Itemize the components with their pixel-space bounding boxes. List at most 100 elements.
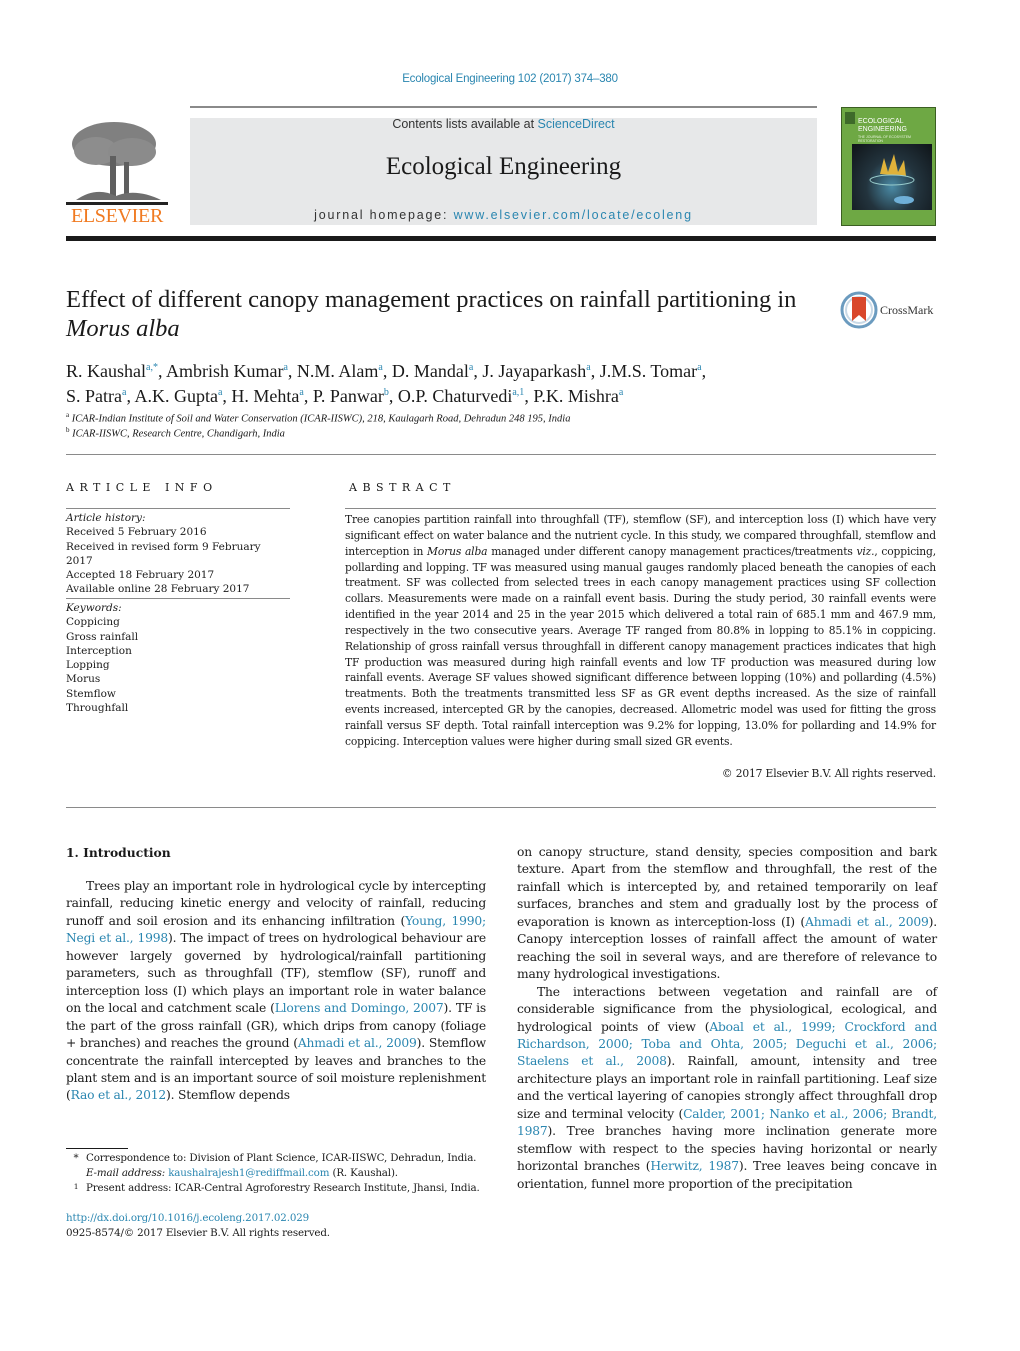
header-thick-rule	[66, 236, 936, 241]
author-name[interactable]: H. Mehta	[231, 386, 299, 406]
intro-left-column: Trees play an important role in hydrolog…	[66, 878, 486, 1105]
author-name[interactable]: P.K. Mishra	[533, 386, 619, 406]
affiliation-text: ICAR-Indian Institute of Soil and Water …	[71, 413, 571, 425]
author[interactable]: D. Mandala	[392, 361, 473, 381]
keyword[interactable]: Stemflow	[66, 687, 290, 701]
tree-icon	[66, 122, 168, 205]
author-separator: ,	[701, 361, 707, 381]
sciencedirect-link[interactable]: ScienceDirect	[538, 117, 615, 131]
doi-block: http://dx.doi.org/10.1016/j.ecoleng.2017…	[66, 1211, 330, 1241]
author[interactable]: Ambrish Kumara	[166, 361, 288, 381]
keyword[interactable]: Morus	[66, 672, 290, 686]
author[interactable]: J.M.S. Tomara	[600, 361, 702, 381]
water-splash-icon	[869, 154, 915, 204]
affiliation-b: b ICAR-IISWC, Research Centre, Chandigar…	[66, 426, 926, 440]
homepage-prefix: journal homepage:	[314, 208, 454, 222]
abstract-species: Morus alba	[427, 544, 488, 558]
keyword[interactable]: Lopping	[66, 658, 290, 672]
author[interactable]: P.K. Mishraa	[533, 386, 623, 406]
email-label: E-mail address:	[86, 1167, 169, 1179]
author-separator: ,	[303, 386, 313, 406]
article-history: Article history: Received 5 February 201…	[66, 511, 290, 597]
author-separator: ,	[157, 361, 166, 381]
abstract-heading: ABSTRACT	[349, 481, 456, 494]
author-name[interactable]: R. Kaushal	[66, 361, 146, 381]
citation-link[interactable]: Llorens and Domingo, 2007	[275, 1001, 444, 1015]
abstract-rule	[345, 508, 936, 509]
contents-line: Contents lists available at ScienceDirec…	[190, 117, 817, 131]
keyword[interactable]: Interception	[66, 644, 290, 658]
author-name[interactable]: D. Mandal	[392, 361, 469, 381]
keyword[interactable]: Gross rainfall	[66, 630, 290, 644]
keywords-rule	[66, 598, 290, 599]
crossmark-label[interactable]: CrossMark	[880, 303, 933, 318]
email-link[interactable]: kaushalrajesh1@rediffmail.com	[168, 1167, 329, 1179]
keywords: Keywords: Coppicing Gross rainfall Inter…	[66, 601, 290, 715]
citation-link[interactable]: Ahmadi et al., 2009	[298, 1036, 417, 1050]
journal-cover-thumbnail[interactable]: ECOLOGICAL ENGINEERING THE JOURNAL OF EC…	[841, 107, 936, 226]
author[interactable]: R. Kaushala,*	[66, 361, 158, 381]
author-name[interactable]: N.M. Alam	[297, 361, 379, 381]
author[interactable]: J. Jayaparkasha	[482, 361, 590, 381]
citation-link[interactable]: Rao et al., 2012	[71, 1088, 167, 1102]
author-separator: ,	[388, 386, 398, 406]
keyword[interactable]: Coppicing	[66, 615, 290, 629]
text-run: ). Stemflow depends	[166, 1088, 290, 1103]
homepage-link[interactable]: www.elsevier.com/locate/ecoleng	[454, 208, 693, 222]
affiliation-mark: b	[66, 426, 70, 434]
journal-homepage: journal homepage: www.elsevier.com/locat…	[190, 208, 817, 222]
footnote-text: E-mail address: kaushalrajesh1@rediffmai…	[86, 1166, 398, 1181]
citation-link[interactable]: Herwitz, 1987	[650, 1159, 739, 1173]
intro-paragraph: Trees play an important role in hydrolog…	[66, 878, 486, 1105]
abstract-viz: viz.	[856, 544, 875, 558]
cover-publisher-icon	[845, 112, 855, 124]
author-separator: ,	[473, 361, 483, 381]
keyword[interactable]: Throughfall	[66, 701, 290, 715]
footnote-rule	[66, 1148, 128, 1149]
history-label: Article history:	[66, 512, 146, 524]
abstract-part: , coppicing, pollarding and lopping. TF …	[345, 544, 936, 748]
author-name[interactable]: P. Panwar	[313, 386, 384, 406]
author-name[interactable]: Ambrish Kumar	[166, 361, 283, 381]
author[interactable]: H. Mehtaa	[231, 386, 303, 406]
footnote-text: Correspondence to: Division of Plant Sci…	[86, 1152, 477, 1164]
abstract-part: managed under different canopy managemen…	[487, 544, 857, 558]
author-separator: ,	[382, 361, 392, 381]
footnote-spacer	[66, 1166, 86, 1181]
header-rule	[190, 106, 817, 108]
author[interactable]: A.K. Guptaa	[134, 386, 222, 406]
author-name[interactable]: J. Jayaparkash	[482, 361, 586, 381]
issn-copyright: 0925-8574/© 2017 Elsevier B.V. All right…	[66, 1227, 330, 1239]
history-item: Available online 28 February 2017	[66, 583, 250, 596]
article-info-rule	[66, 508, 290, 509]
email-suffix: (R. Kaushal).	[329, 1167, 398, 1179]
intro-paragraph: on canopy structure, stand density, spec…	[517, 844, 937, 984]
author-name[interactable]: O.P. Chaturvedi	[398, 386, 513, 406]
abstract-text: Tree canopies partition rainfall into th…	[345, 512, 936, 750]
author[interactable]: S. Patraa	[66, 386, 126, 406]
keywords-label: Keywords:	[66, 602, 122, 614]
author-affiliation-mark[interactable]: a	[619, 387, 623, 398]
contents-prefix: Contents lists available at	[392, 117, 538, 131]
author-name[interactable]: J.M.S. Tomar	[600, 361, 697, 381]
author[interactable]: N.M. Alama	[297, 361, 383, 381]
article-title: Effect of different canopy management pr…	[66, 285, 806, 343]
author[interactable]: O.P. Chaturvedia,1	[398, 386, 524, 406]
doi-link[interactable]: http://dx.doi.org/10.1016/j.ecoleng.2017…	[66, 1211, 330, 1226]
author-name[interactable]: A.K. Gupta	[134, 386, 218, 406]
author-affiliation-mark[interactable]: a,1	[512, 387, 524, 398]
author-affiliation-mark[interactable]: a,*	[146, 362, 158, 373]
footnote-mark: *	[73, 1152, 79, 1164]
footnote-mark: 1	[73, 1182, 79, 1191]
journal-title: Ecological Engineering	[385, 153, 622, 180]
history-item: Accepted 18 February 2017	[66, 569, 215, 582]
author[interactable]: P. Panwarb	[313, 386, 389, 406]
journal-citation[interactable]: Ecological Engineering 102 (2017) 374–38…	[0, 73, 1020, 85]
footnote-email: E-mail address: kaushalrajesh1@rediffmai…	[66, 1166, 496, 1181]
introduction-heading: 1. Introduction	[66, 845, 171, 860]
elsevier-wordmark: ELSEVIER	[70, 205, 164, 227]
citation-link[interactable]: Ahmadi et al., 2009	[805, 915, 929, 929]
author-name[interactable]: S. Patra	[66, 386, 122, 406]
article-info-heading: ARTICLE INFO	[66, 481, 218, 494]
title-block-rule	[66, 454, 936, 455]
